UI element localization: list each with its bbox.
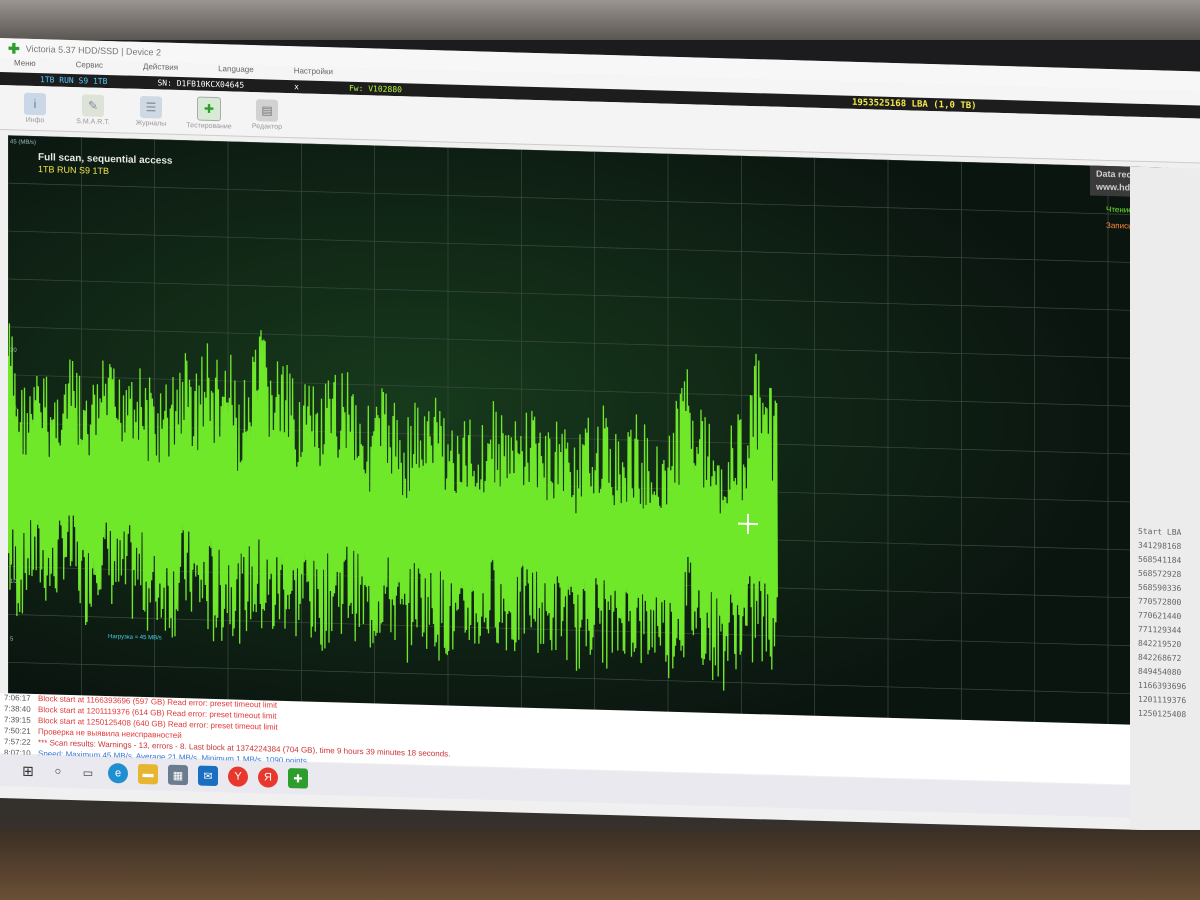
tool-info[interactable]: i Инфо — [12, 92, 58, 124]
side-lba-list: 341298168 568541184 568572928 568590336 7705… — [1130, 541, 1200, 725]
legend-write-label: Запись — [1106, 221, 1132, 231]
drive-model: 1TB RUN S9 1TB — [40, 75, 108, 87]
tool-testing-label: Тестирование — [186, 121, 232, 130]
editor-icon: ▤ — [256, 98, 278, 122]
testing-icon: ✚ — [197, 96, 221, 121]
victoria-icon[interactable]: ✚ — [288, 768, 308, 789]
mail-icon[interactable]: ✉ — [198, 765, 218, 787]
explorer-icon[interactable]: ▬ — [138, 763, 158, 785]
window-title: Victoria 5.37 HDD/SSD | Device 2 — [25, 43, 161, 58]
calculator-icon[interactable]: ▦ — [168, 764, 188, 786]
smart-icon: ✎ — [82, 93, 104, 117]
victoria-app-icon: ✚ — [8, 39, 20, 57]
side-controls — [1130, 167, 1200, 529]
side-panel: Start LBA 341298168 568541184 568572928 568… — [1130, 166, 1200, 832]
monitor-screen: ✚ Victoria 5.37 HDD/SSD | Device 2 Меню … — [0, 38, 1200, 832]
drive-serial: SN: D1FB10KCX04645 — [157, 78, 245, 90]
desk-surface — [0, 830, 1200, 900]
yandex-browser-icon[interactable]: Я — [258, 767, 278, 788]
info-icon: i — [24, 92, 46, 115]
tool-editor-label: Редактор — [251, 122, 283, 131]
y-unit-label: 45 (MB/s) — [10, 139, 36, 146]
tool-logs[interactable]: ☰ Журналы — [128, 95, 174, 127]
menu-item-actions[interactable]: Действия — [143, 62, 178, 77]
scan-graph: 30252015105 67G133G200G267G333G400G467G5… — [8, 135, 1168, 743]
background-wall — [0, 0, 1200, 40]
search-icon[interactable]: ○ — [48, 761, 68, 782]
y-tick-label: 30 — [10, 348, 17, 354]
tool-smart[interactable]: ✎ S.M.A.R.T. — [70, 93, 116, 126]
tool-testing[interactable]: ✚ Тестирование — [186, 96, 232, 130]
tool-logs-label: Журналы — [135, 119, 167, 128]
yandex-icon[interactable]: Y — [228, 766, 248, 787]
task-view-icon[interactable]: ▭ — [78, 762, 98, 783]
tool-info-label: Инфо — [25, 116, 45, 124]
menu-item-language[interactable]: Language — [218, 64, 254, 79]
logs-icon: ☰ — [140, 95, 162, 119]
tool-editor[interactable]: ▤ Редактор — [244, 98, 290, 130]
drive-firmware: Fw: V102880 — [348, 83, 402, 95]
windows-icon[interactable]: ⊞ — [18, 761, 38, 782]
edge-icon[interactable]: e — [108, 763, 128, 784]
menu-item-service[interactable]: Сервис — [76, 60, 103, 75]
menu-item-settings[interactable]: Настройки — [294, 66, 333, 81]
side-lba-row[interactable]: 1250125408 — [1130, 709, 1200, 725]
close-drive-button[interactable]: x — [294, 82, 299, 91]
graph-subtitle: 1TB RUN S9 1TB — [38, 164, 109, 176]
menu-item-main[interactable]: Меню — [14, 58, 36, 73]
tool-smart-label: S.M.A.R.T. — [76, 117, 110, 126]
